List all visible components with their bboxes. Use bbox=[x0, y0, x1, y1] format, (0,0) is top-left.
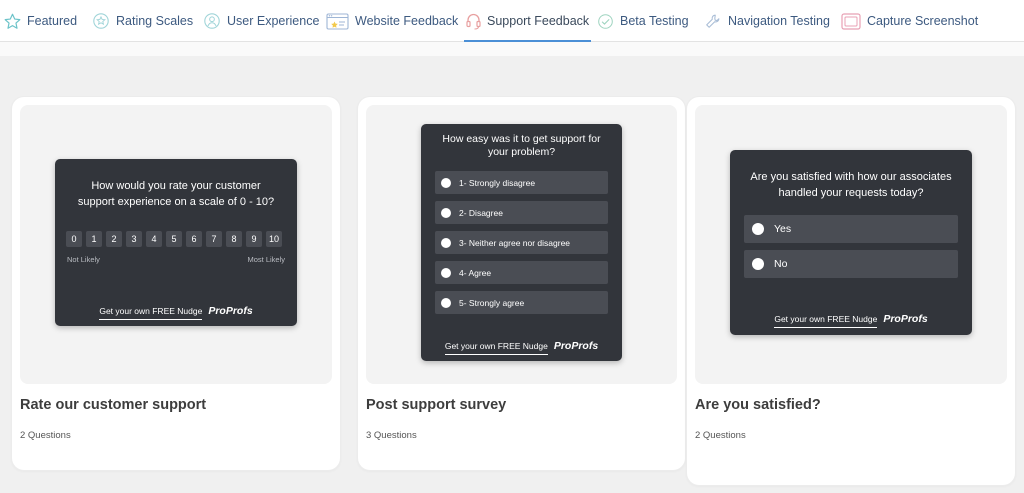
radio-icon bbox=[441, 207, 451, 218]
headset-icon bbox=[466, 12, 481, 30]
free-nudge-link: Get your own FREE Nudge bbox=[774, 314, 878, 328]
card-title: Post support survey bbox=[366, 397, 507, 413]
scale-low-label: Not Likely bbox=[67, 255, 100, 264]
option-label: 4- Agree bbox=[459, 267, 492, 278]
scale-option: 2 bbox=[106, 231, 122, 247]
option-label: 2- Disagree bbox=[459, 207, 503, 218]
website-feedback-icon bbox=[326, 12, 349, 30]
scale-option: 0 bbox=[66, 231, 82, 247]
proprofs-logo: ProProfs bbox=[208, 305, 253, 317]
scale-option: 4 bbox=[146, 231, 162, 247]
tab-featured[interactable]: Featured bbox=[4, 0, 77, 42]
rating-scale: 0 1 2 3 4 5 6 7 8 9 10 bbox=[66, 231, 282, 247]
header-divider bbox=[0, 42, 1024, 56]
survey-question: Are you satisfied with how our associate… bbox=[750, 171, 952, 199]
answer-option: 4- Agree bbox=[435, 261, 608, 284]
radio-icon bbox=[752, 223, 764, 235]
answer-option: 1- Strongly disagree bbox=[435, 171, 608, 194]
free-nudge-link: Get your own FREE Nudge bbox=[444, 341, 548, 355]
user-experience-icon bbox=[203, 12, 221, 30]
answer-option: 3- Neither agree nor disagree bbox=[435, 231, 608, 254]
scale-option: 7 bbox=[206, 231, 222, 247]
survey-widget-preview: How would you rate your customer support… bbox=[55, 159, 297, 326]
answer-option: 5- Strongly agree bbox=[435, 291, 608, 314]
card-question-count: 2 Questions bbox=[20, 430, 71, 441]
tab-label: Beta Testing bbox=[620, 14, 689, 28]
card-preview: How would you rate your customer support… bbox=[20, 105, 332, 384]
tab-website-feedback[interactable]: Website Feedback bbox=[326, 0, 458, 42]
option-label: No bbox=[774, 258, 788, 270]
free-nudge-link: Get your own FREE Nudge bbox=[99, 306, 203, 320]
scale-option: 9 bbox=[246, 231, 262, 247]
tab-user-experience[interactable]: User Experience bbox=[203, 0, 319, 42]
radio-icon bbox=[441, 297, 451, 308]
card-title: Are you satisfied? bbox=[695, 397, 821, 413]
option-label: 3- Neither agree nor disagree bbox=[459, 237, 571, 248]
option-label: 1- Strongly disagree bbox=[459, 177, 536, 188]
tab-label: Website Feedback bbox=[355, 14, 459, 28]
radio-icon bbox=[441, 267, 451, 278]
template-card-are-you-satisfied[interactable]: Are you satisfied with how our associate… bbox=[687, 97, 1015, 485]
answer-option: 2- Disagree bbox=[435, 201, 608, 224]
tab-label: Navigation Testing bbox=[728, 14, 830, 28]
card-title: Rate our customer support bbox=[20, 397, 207, 413]
check-circle-icon bbox=[597, 13, 614, 30]
scale-option: 3 bbox=[126, 231, 142, 247]
widget-footer: Get your own FREE Nudge ProProfs bbox=[55, 305, 297, 320]
answer-option: Yes bbox=[744, 215, 958, 243]
tab-support-feedback[interactable]: Support Feedback bbox=[463, 0, 592, 42]
survey-widget-preview: How easy was it to get support for your … bbox=[421, 124, 622, 361]
scale-option: 10 bbox=[266, 231, 282, 247]
scale-option: 6 bbox=[186, 231, 202, 247]
answer-option: No bbox=[744, 250, 958, 278]
radio-icon bbox=[752, 258, 764, 270]
radio-icon bbox=[441, 237, 451, 248]
tab-label: User Experience bbox=[227, 14, 320, 28]
tab-navigation-testing[interactable]: Navigation Testing bbox=[704, 0, 830, 42]
tab-label: Support Feedback bbox=[487, 14, 590, 28]
tab-beta-testing[interactable]: Beta Testing bbox=[597, 0, 689, 42]
survey-question: How would you rate your customer support… bbox=[77, 180, 275, 208]
card-preview: How easy was it to get support for your … bbox=[366, 105, 677, 384]
proprofs-logo: ProProfs bbox=[553, 340, 599, 352]
widget-footer: Get your own FREE Nudge ProProfs bbox=[730, 313, 972, 328]
card-preview: Are you satisfied with how our associate… bbox=[695, 105, 1007, 384]
tab-label: Rating Scales bbox=[116, 14, 194, 28]
survey-question: How easy was it to get support for your … bbox=[442, 133, 601, 158]
card-question-count: 2 Questions bbox=[695, 430, 746, 441]
option-label: 5- Strongly agree bbox=[459, 297, 525, 308]
tab-label: Capture Screenshot bbox=[867, 14, 979, 28]
option-label: Yes bbox=[774, 223, 792, 235]
category-tab-bar: Featured Rating Scales User Experience W… bbox=[0, 0, 1024, 42]
proprofs-logo: ProProfs bbox=[883, 313, 928, 325]
card-question-count: 3 Questions bbox=[366, 430, 417, 441]
widget-footer: Get your own FREE Nudge ProProfs bbox=[421, 340, 622, 355]
star-icon bbox=[4, 13, 21, 30]
tab-rating-scales[interactable]: Rating Scales bbox=[92, 0, 193, 42]
survey-widget-preview: Are you satisfied with how our associate… bbox=[730, 150, 972, 335]
scale-option: 1 bbox=[86, 231, 102, 247]
rating-scales-icon bbox=[92, 12, 110, 30]
tab-capture-screenshot[interactable]: Capture Screenshot bbox=[841, 0, 978, 42]
template-card-rate-support[interactable]: How would you rate your customer support… bbox=[12, 97, 340, 470]
wrench-icon bbox=[704, 12, 722, 30]
radio-icon bbox=[441, 177, 451, 188]
scale-high-label: Most Likely bbox=[247, 255, 285, 264]
scale-option: 8 bbox=[226, 231, 242, 247]
screenshot-icon bbox=[841, 12, 861, 30]
scale-option: 5 bbox=[166, 231, 182, 247]
template-card-post-support[interactable]: How easy was it to get support for your … bbox=[358, 97, 685, 470]
tab-label: Featured bbox=[27, 14, 78, 28]
